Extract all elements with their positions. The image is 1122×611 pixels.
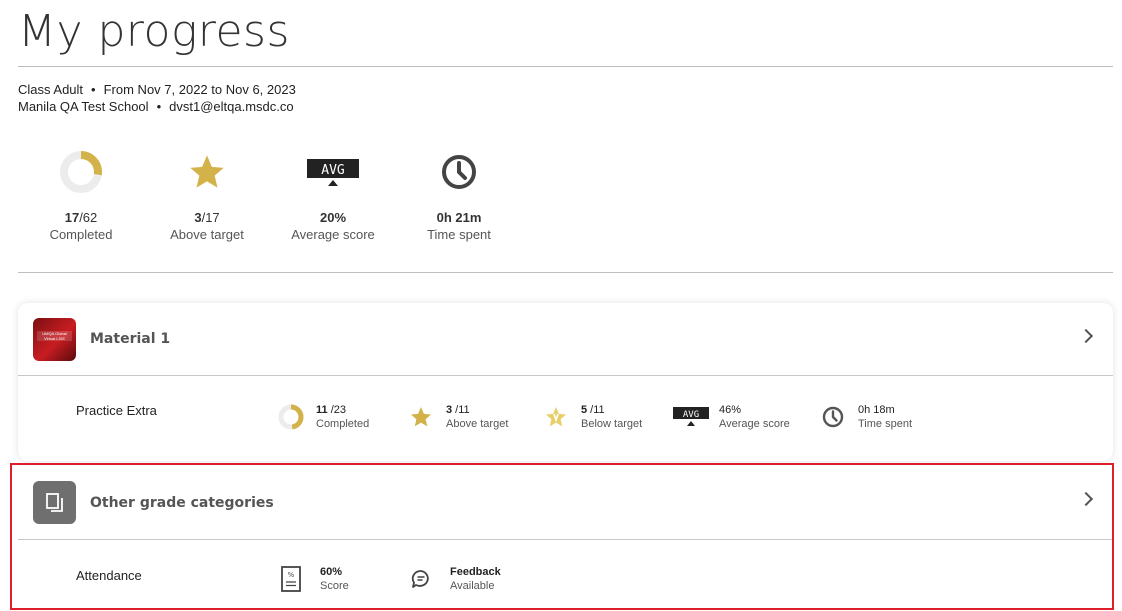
row-title: Practice Extra [76,403,157,418]
completed-label: Completed [49,227,113,242]
row-average-score: AVG 46% Average score [673,402,790,432]
pages-icon [33,481,76,524]
above-target-label: Above target [170,227,244,242]
stat-above-target: 3/17 Above target [144,140,270,242]
summary-divider [18,272,1113,273]
row-time-value: 0h 18m [858,404,895,416]
time-spent-value: 0h 21m [436,210,482,225]
score-value: 60% [320,566,343,578]
average-score-value: 20% [319,210,347,225]
row-below-label: Below target [581,418,643,430]
row-above-label: Above target [446,418,509,430]
stat-time-spent: 0h 21m Time spent [396,140,522,242]
avg-badge-icon: AVG [673,402,709,432]
score-icon-text: % [288,571,295,579]
above-target-count: 3 [194,210,202,225]
user-email: dvst1@eltqa.msdc.co [169,99,294,114]
row-below-target: 5 /11 Below target [541,402,642,432]
page-title: My progress [18,6,290,57]
star-icon [406,402,436,432]
row-score: % 60% Score [276,564,349,594]
clock-icon [396,140,522,204]
row-average-label: Average score [719,418,790,430]
star-down-icon [541,402,571,432]
material-header[interactable]: UMQA Global Virtual LIVE Material 1 [18,303,1113,375]
above-target-total: /17 [201,210,220,225]
row-completed-total: /23 [327,404,346,416]
row-completed-label: Completed [316,418,370,430]
row-completed: 11 /23 Completed [276,402,369,432]
other-grades-title: Other grade categories [90,494,274,511]
other-grades-row-attendance[interactable]: Attendance % 60% Score Feedback Available [18,540,1113,610]
feedback-label: Available [450,580,495,592]
completed-total: /62 [79,210,98,225]
time-spent-label: Time spent [427,227,491,242]
row-above-target: 3 /11 Above target [406,402,508,432]
other-grades-header[interactable]: Other grade categories [18,466,1113,539]
completion-ring-icon [276,402,306,432]
star-icon [144,140,270,204]
stat-average-score: AVG 20% Average score [270,140,396,242]
material-card: UMQA Global Virtual LIVE Material 1 Prac… [18,303,1113,461]
class-meta: Class Adult • From Nov 7, 2022 to Nov 6, 2… [18,82,296,114]
row-time-label: Time spent [858,418,913,430]
avg-badge-text: AVG [321,163,345,178]
thumbnail-caption: UMQA Global Virtual LIVE [37,330,72,341]
material-thumbnail: UMQA Global Virtual LIVE [33,317,76,361]
material-row-practice-extra[interactable]: Practice Extra 11 /23 Completed 3 /11 Abov… [18,376,1113,446]
row-completed-count: 11 [316,404,328,416]
feedback-value: Feedback [450,566,501,578]
row-time-spent: 0h 18m Time spent [818,402,912,432]
material-title: Material 1 [90,331,171,347]
row-avg-badge-text: AVG [683,410,699,420]
feedback-bubble-icon [406,564,436,594]
score-sheet-icon: % [276,564,306,594]
clock-icon [818,402,848,432]
row-below-total: /11 [587,404,605,416]
class-period: From Nov 7, 2022 to Nov 6, 2023 [103,82,296,97]
chevron-right-icon[interactable] [1078,328,1094,344]
score-label: Score [320,580,349,592]
chevron-right-icon[interactable] [1078,491,1094,507]
completion-ring-icon [18,140,144,204]
row-above-total: /11 [452,404,470,416]
row-feedback[interactable]: Feedback Available [406,564,501,594]
avg-badge-icon: AVG [270,140,396,204]
row-title: Attendance [76,568,142,583]
stat-completed: 17/62 Completed [18,140,144,242]
average-score-label: Average score [291,227,375,242]
row-average-value: 46% [719,404,742,416]
completed-count: 17 [64,210,80,225]
class-name: Class Adult [18,82,84,97]
school-name: Manila QA Test School [18,99,149,114]
other-grades-card: Other grade categories Attendance % 60% S… [18,466,1113,611]
title-divider [18,66,1113,67]
